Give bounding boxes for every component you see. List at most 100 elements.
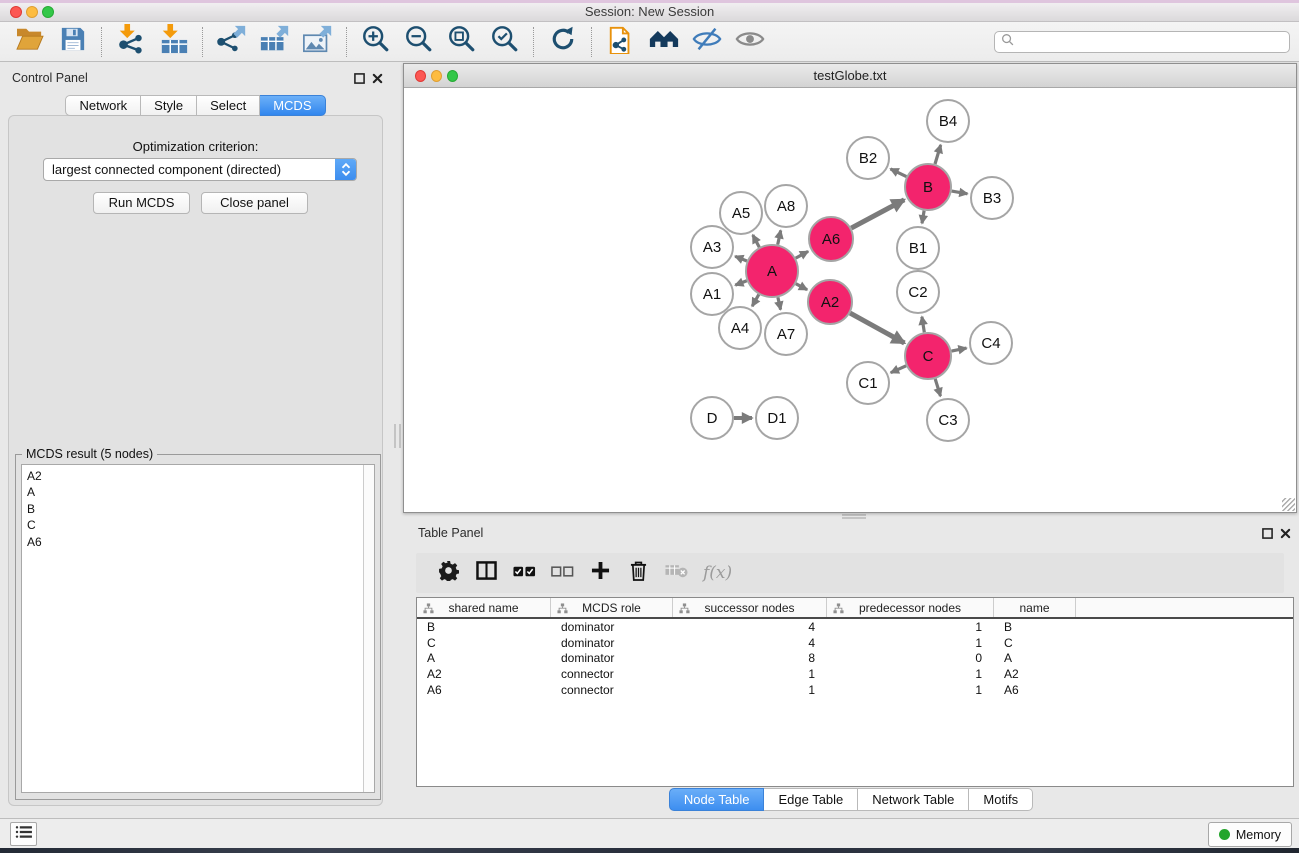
tab-node-table[interactable]: Node Table (669, 788, 765, 811)
search-input[interactable] (1018, 35, 1289, 49)
close-window-button[interactable] (10, 6, 22, 18)
add-button[interactable] (589, 561, 611, 585)
mcds-result-item[interactable]: A (27, 484, 374, 500)
node-A3[interactable]: A3 (691, 226, 733, 268)
column-header-MCDS-role[interactable]: MCDS role (551, 598, 673, 617)
deselect-all-button[interactable] (551, 561, 573, 585)
edge-A6-B[interactable] (851, 200, 904, 228)
mcds-result-item[interactable]: A2 (27, 468, 374, 484)
tab-network[interactable]: Network (65, 95, 141, 116)
minimize-window-button[interactable] (26, 6, 38, 18)
export-network-button[interactable] (210, 24, 253, 60)
export-table-button[interactable] (253, 24, 296, 60)
node-B3[interactable]: B3 (971, 177, 1013, 219)
node-B2[interactable]: B2 (847, 137, 889, 179)
show-column-button[interactable] (475, 561, 497, 585)
column-header-shared-name[interactable]: shared name (417, 598, 551, 617)
node-C[interactable]: C (905, 333, 951, 379)
search-box[interactable] (994, 31, 1290, 53)
float-panel-icon[interactable] (354, 71, 365, 89)
edge-B-B1[interactable] (922, 211, 924, 224)
close-panel-icon[interactable] (1280, 526, 1291, 544)
column-header-predecessor-nodes[interactable]: predecessor nodes (827, 598, 994, 617)
edge-C-C3[interactable] (935, 379, 940, 396)
zoom-in-button[interactable] (354, 24, 397, 60)
edge-A-A7[interactable] (778, 297, 781, 309)
network-window-titlebar[interactable]: testGlobe.txt (404, 64, 1296, 88)
node-C1[interactable]: C1 (847, 362, 889, 404)
show-graphics-details-button[interactable] (728, 24, 771, 60)
import-table-button[interactable] (152, 24, 195, 60)
edge-A-A6[interactable] (796, 251, 808, 258)
network-canvas[interactable]: B4B2BB3A5A8A6B1A3AC2A1A2A4A7C4CC1DD1C3 (404, 88, 1296, 512)
node-B1[interactable]: B1 (897, 227, 939, 269)
resize-grip[interactable] (1282, 498, 1295, 511)
gear-button[interactable] (437, 561, 459, 585)
edge-B-B4[interactable] (935, 145, 941, 164)
criterion-dropdown[interactable]: largest connected component (directed) (43, 158, 357, 181)
edge-A-A4[interactable] (752, 295, 759, 307)
tab-network-table[interactable]: Network Table (858, 788, 969, 811)
result-scrollbar[interactable] (363, 465, 374, 792)
edge-C-C2[interactable] (922, 317, 924, 333)
tab-mcds[interactable]: MCDS (260, 95, 325, 116)
node-A2[interactable]: A2 (808, 280, 852, 324)
node-A5[interactable]: A5 (720, 192, 762, 234)
edge-A2-C[interactable] (850, 313, 904, 343)
zoom-out-button[interactable] (397, 24, 440, 60)
tab-motifs[interactable]: Motifs (969, 788, 1033, 811)
column-header-successor-nodes[interactable]: successor nodes (673, 598, 827, 617)
tab-select[interactable]: Select (197, 95, 260, 116)
import-network-button[interactable] (109, 24, 152, 60)
close-panel-button[interactable]: Close panel (201, 192, 308, 214)
node-A[interactable]: A (746, 245, 798, 297)
node-A1[interactable]: A1 (691, 273, 733, 315)
close-view-button[interactable] (415, 70, 426, 82)
node-A7[interactable]: A7 (765, 313, 807, 355)
mcds-result-item[interactable]: B (27, 501, 374, 517)
node-A4[interactable]: A4 (719, 307, 761, 349)
network-from-file-button[interactable] (599, 24, 642, 60)
select-all-button[interactable] (513, 561, 535, 585)
column-header-name[interactable]: name (994, 598, 1076, 617)
edge-B-B3[interactable] (952, 191, 968, 194)
node-A8[interactable]: A8 (765, 185, 807, 227)
function-builder-button[interactable]: f(x) (703, 563, 732, 583)
tab-style[interactable]: Style (141, 95, 197, 116)
zoom-selected-button[interactable] (483, 24, 526, 60)
node-C2[interactable]: C2 (897, 271, 939, 313)
zoom-fit-button[interactable] (440, 24, 483, 60)
edge-A-A8[interactable] (778, 230, 781, 244)
float-panel-icon[interactable] (1262, 526, 1273, 544)
open-session-button[interactable] (8, 24, 51, 60)
node-C4[interactable]: C4 (970, 322, 1012, 364)
vertical-splitter-grip[interactable] (394, 424, 401, 448)
memory-button[interactable]: Memory (1208, 822, 1292, 847)
edge-C-C1[interactable] (891, 366, 906, 373)
edge-C-C4[interactable] (952, 348, 967, 351)
mcds-result-item[interactable]: C (27, 517, 374, 533)
export-image-button[interactable] (296, 24, 339, 60)
close-panel-icon[interactable] (372, 71, 383, 89)
home-button[interactable] (642, 24, 685, 60)
delete-button[interactable] (627, 561, 649, 585)
tab-edge-table[interactable]: Edge Table (764, 788, 858, 811)
node-D1[interactable]: D1 (756, 397, 798, 439)
minimize-view-button[interactable] (431, 70, 442, 82)
edge-A-A5[interactable] (753, 235, 760, 247)
hide-graphics-details-button[interactable] (685, 24, 728, 60)
maximize-window-button[interactable] (42, 6, 54, 18)
save-session-button[interactable] (51, 24, 94, 60)
refresh-network-button[interactable] (541, 24, 584, 60)
task-history-button[interactable] (10, 822, 37, 846)
table-row[interactable]: Cdominator41C (417, 635, 1293, 651)
node-B4[interactable]: B4 (927, 100, 969, 142)
node-table[interactable]: shared nameMCDS rolesuccessor nodesprede… (416, 597, 1294, 787)
node-A6[interactable]: A6 (809, 217, 853, 261)
node-B[interactable]: B (905, 164, 951, 210)
table-row[interactable]: A6connector11A6 (417, 682, 1293, 698)
horizontal-splitter-grip[interactable] (842, 514, 866, 519)
mcds-result-list[interactable]: A2ABCA6 (21, 464, 375, 793)
edge-A-A3[interactable] (735, 256, 747, 261)
edge-B-B2[interactable] (891, 169, 907, 177)
